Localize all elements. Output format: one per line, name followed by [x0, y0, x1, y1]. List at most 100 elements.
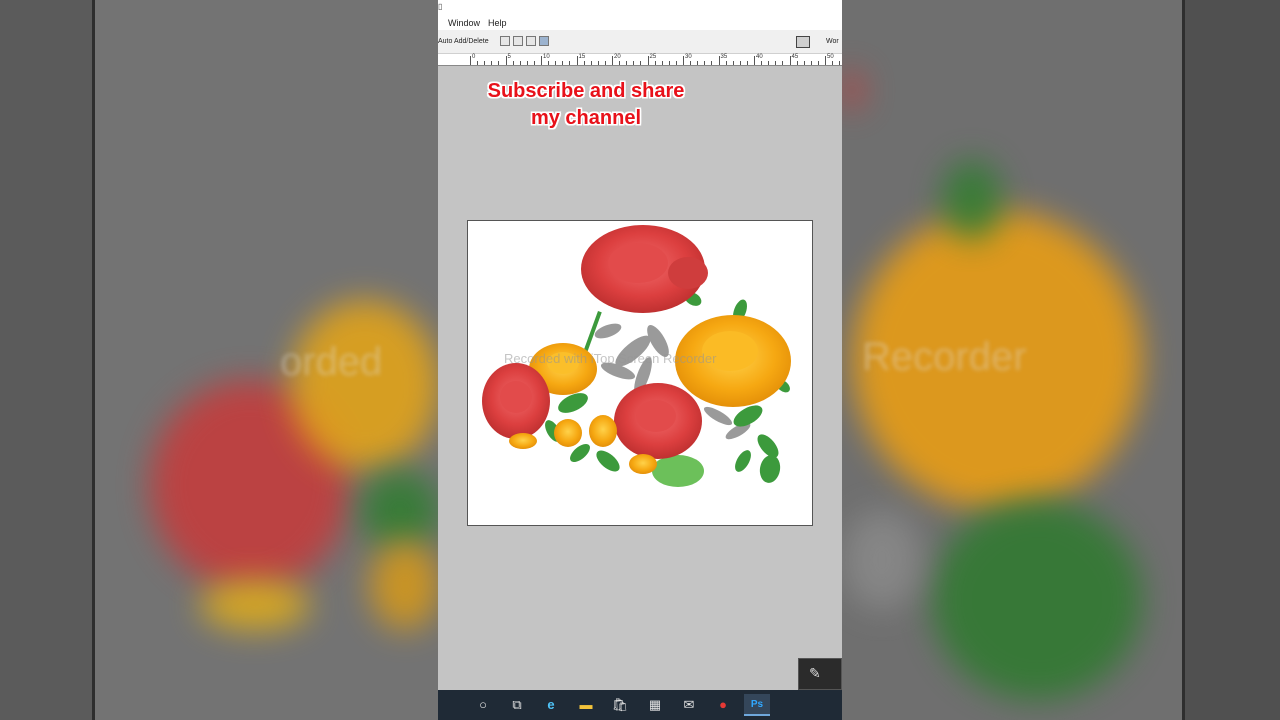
ruler-major-tick: [789, 56, 791, 65]
blurred-gray-leaves: [842, 510, 922, 610]
path-intersect-icon[interactable]: [526, 36, 536, 46]
ruler-minor-tick: [782, 61, 784, 65]
ruler-minor-tick: [548, 61, 550, 65]
ruler-minor-tick: [562, 61, 564, 65]
ruler-minor-tick: [704, 61, 706, 65]
ruler-major-tick: [612, 56, 613, 65]
ruler-minor-tick: [796, 61, 798, 65]
ruler-minor-tick: [498, 61, 500, 65]
store-icon[interactable]: 🛍: [607, 694, 633, 716]
ruler-major-tick: [647, 56, 649, 65]
right-watermark-text: Recorder: [862, 335, 1027, 379]
blurred-yellow-rose: [290, 300, 438, 470]
subscribe-overlay-text: Subscribe and share my channel: [458, 78, 714, 132]
annotate-pen-button[interactable]: ✎: [798, 658, 842, 690]
path-subtract-icon[interactable]: [513, 36, 523, 46]
file-explorer-icon[interactable]: ▬: [573, 694, 599, 716]
ruler-minor-tick: [768, 61, 770, 65]
ruler-label: 45: [791, 54, 799, 60]
edge-browser-icon[interactable]: e: [538, 694, 564, 716]
ruler-minor-tick: [817, 61, 819, 65]
ruler-minor-tick: [477, 61, 479, 65]
ruler-minor-tick: [675, 61, 677, 65]
ruler-label: 0: [472, 54, 476, 60]
overlay-line-1: Subscribe and share: [487, 80, 685, 102]
ruler-minor-tick: [761, 61, 763, 65]
ruler-minor-tick: [597, 61, 599, 65]
ruler-minor-tick: [697, 61, 699, 65]
ruler-major-tick: [683, 56, 684, 65]
ruler-minor-tick: [590, 61, 592, 65]
ruler-minor-tick: [526, 61, 528, 65]
window-corner-icon: ▯: [438, 2, 443, 11]
ruler-minor-tick: [775, 61, 777, 65]
ruler-major-tick: [825, 56, 826, 65]
ruler-minor-tick: [746, 61, 748, 65]
ruler-label: 50: [827, 54, 834, 60]
ruler-minor-tick: [555, 61, 557, 65]
recorder-watermark: Recorded with iTop Screen Recorder: [504, 351, 717, 366]
workspace-menu[interactable]: Wor: [826, 38, 839, 45]
auto-add-delete-checkbox-label[interactable]: Auto Add/Delete: [438, 38, 489, 45]
ruler-minor-tick: [810, 61, 812, 65]
flower-artwork: [482, 225, 791, 487]
ruler-minor-tick: [640, 61, 642, 65]
menu-item-window[interactable]: Window: [448, 18, 480, 28]
ruler-minor-tick: [839, 61, 841, 65]
photoshop-icon[interactable]: Ps: [744, 694, 770, 716]
pen-icon: ✎: [809, 665, 821, 681]
ruler-minor-tick: [633, 61, 635, 65]
ruler-minor-tick: [512, 61, 514, 65]
options-bar: Auto Add/Delete Wor: [438, 30, 842, 54]
ruler-minor-tick: [668, 61, 670, 65]
ruler-major-tick: [718, 56, 720, 65]
ruler-minor-tick: [604, 61, 606, 65]
camera-icon[interactable]: [796, 36, 810, 48]
document-canvas[interactable]: Recorded with iTop Screen Recorder: [467, 220, 813, 526]
blurred-petals: [200, 580, 310, 630]
task-view-icon[interactable]: ⧉: [504, 694, 530, 716]
ruler-minor-tick: [491, 61, 493, 65]
ruler-minor-tick: [626, 61, 628, 65]
mail-icon[interactable]: ✉: [676, 694, 702, 716]
overlay-line-2: my channel: [530, 107, 642, 129]
ruler-label: 30: [685, 54, 692, 60]
path-combine-icon[interactable]: [500, 36, 510, 46]
menu-item-help[interactable]: Help: [488, 18, 507, 28]
ruler-minor-tick: [832, 61, 834, 65]
ruler-label: 10: [543, 54, 550, 60]
ruler-minor-tick: [654, 61, 656, 65]
ruler-minor-tick: [690, 61, 692, 65]
red-rose-bottom: [614, 383, 702, 459]
path-exclude-icon[interactable]: [539, 36, 549, 46]
ruler-minor-tick: [533, 61, 535, 65]
ruler-minor-tick: [619, 61, 621, 65]
windows-taskbar: ○ ⧉ e ▬ 🛍 ▦ ✉ ● Ps: [438, 690, 842, 720]
ruler-major-tick: [470, 56, 471, 65]
screen-recorder-icon[interactable]: ●: [710, 694, 736, 716]
ruler-major-tick: [505, 56, 507, 65]
ruler-label: 15: [578, 54, 586, 60]
ruler-minor-tick: [661, 61, 663, 65]
ruler-label: 20: [614, 54, 621, 60]
search-icon[interactable]: ○: [470, 694, 496, 716]
photoshop-window: ▯ Window Help Auto Add/Delete Wor 0 5 10 15…: [438, 0, 842, 720]
right-blurred-background: Recorder: [842, 0, 1280, 720]
screen: orded Recorder ▯ Window Help Auto Add/De…: [0, 0, 1280, 720]
ruler-minor-tick: [484, 61, 486, 65]
ruler-minor-tick: [732, 61, 734, 65]
right-frame-edge: [1182, 0, 1185, 720]
blurred-leaf: [360, 470, 438, 550]
ruler-label: 25: [649, 54, 657, 60]
ruler-major-tick: [754, 56, 755, 65]
ruler-minor-tick: [711, 61, 713, 65]
menu-bar: ▯ Window Help: [438, 0, 842, 30]
blurred-leaves: [932, 500, 1142, 700]
left-watermark-text: orded: [280, 340, 383, 384]
ruler-major-tick: [541, 56, 542, 65]
calculator-icon[interactable]: ▦: [642, 694, 668, 716]
left-blurred-background: orded: [0, 0, 438, 720]
ruler-minor-tick: [569, 61, 571, 65]
horizontal-ruler: 0 5 10 15 20 25 30 35 40 45 50: [438, 54, 842, 66]
ruler-label: 5: [507, 54, 511, 60]
